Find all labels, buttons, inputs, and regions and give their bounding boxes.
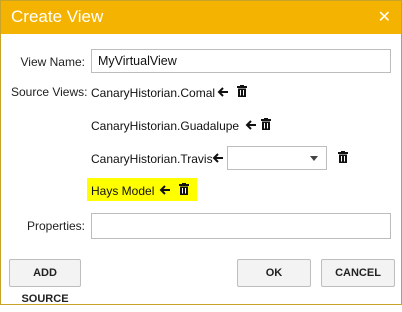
trash-icon[interactable]: [338, 151, 348, 163]
source-select-dropdown[interactable]: [227, 146, 327, 170]
dialog-title: Create View: [11, 7, 104, 26]
properties-input[interactable]: [91, 213, 391, 239]
arrow-left-icon[interactable]: [159, 184, 171, 196]
cancel-button[interactable]: CANCEL: [321, 259, 395, 287]
close-icon[interactable]: ✕: [378, 7, 391, 27]
ok-button[interactable]: OK: [237, 259, 311, 287]
title-bar: Create View ✕: [1, 1, 401, 34]
source-name: CanaryHistorian.Comal: [91, 86, 216, 100]
trash-icon[interactable]: [179, 183, 189, 195]
add-source-button[interactable]: ADD SOURCE: [9, 259, 81, 305]
arrow-left-icon[interactable]: [212, 152, 224, 164]
source-name: CanaryHistorian.Guadalupe: [91, 119, 240, 133]
trash-icon[interactable]: [261, 118, 271, 130]
view-name-label: View Name:: [20, 55, 85, 69]
source-views-label: Source Views:: [11, 85, 88, 99]
trash-icon[interactable]: [237, 85, 247, 97]
properties-label: Properties:: [26, 219, 85, 233]
source-name: Hays Model: [91, 184, 155, 198]
create-view-dialog: Create View ✕ View Name: MyVirtualView S…: [0, 0, 402, 305]
view-name-input[interactable]: MyVirtualView: [91, 49, 391, 73]
arrow-left-icon[interactable]: [217, 86, 229, 98]
chevron-down-icon: [310, 156, 318, 161]
arrow-left-icon[interactable]: [245, 119, 257, 131]
source-name: CanaryHistorian.Travis: [91, 152, 213, 166]
